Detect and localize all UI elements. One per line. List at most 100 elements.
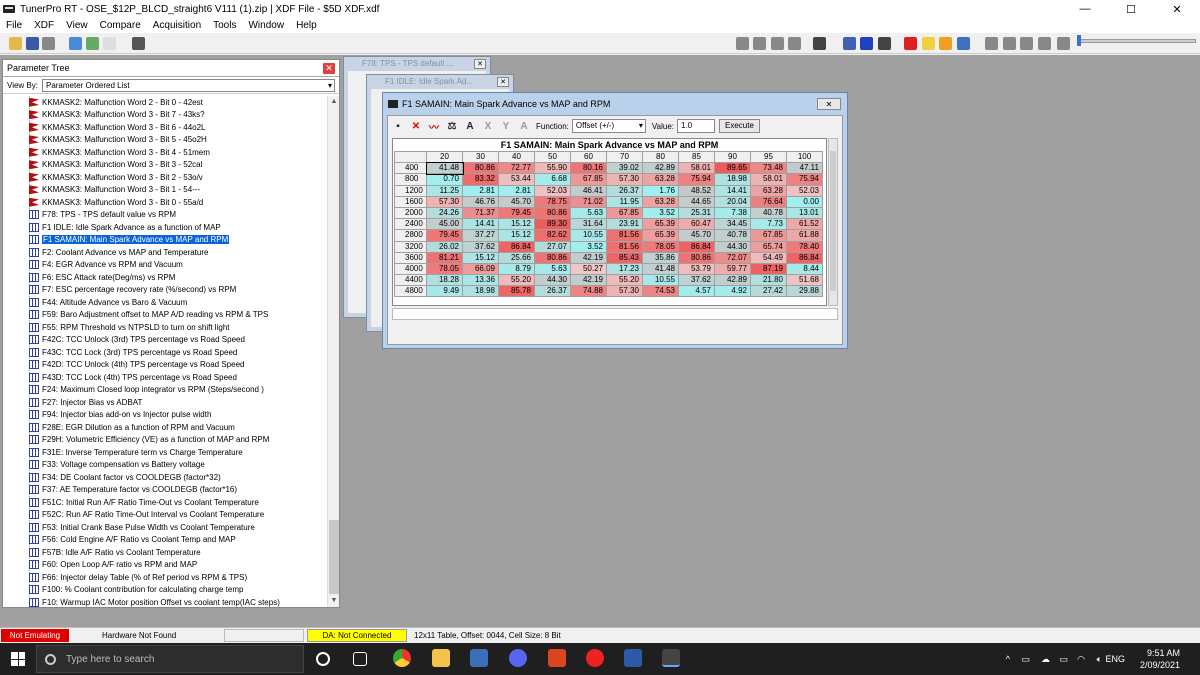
tree-item[interactable]: F59: Baro Adjustment offset to MAP A/D r… xyxy=(3,309,328,322)
tree-item[interactable]: F10: Warmup IAC Motor position Offset vs… xyxy=(3,596,328,607)
tools-icon[interactable] xyxy=(843,37,856,50)
table-cell[interactable]: 20.04 xyxy=(714,195,751,208)
tree-item[interactable]: F66: Injector delay Table (% of Ref peri… xyxy=(3,571,328,584)
table-cell[interactable]: 37.62 xyxy=(462,240,499,253)
table-cell[interactable]: 72.77 xyxy=(498,162,535,175)
row-header[interactable]: 4000 xyxy=(394,262,427,276)
tree-item[interactable]: KKMASK3: Malfunction Word 3 - Bit 7 - 43… xyxy=(3,109,328,122)
tree-item[interactable]: F42C: TCC Unlock (3rd) TPS percentage vs… xyxy=(3,334,328,347)
compare-icon[interactable]: ⚖ xyxy=(446,120,458,132)
scrollbar-thumb[interactable] xyxy=(329,520,339,594)
menu-acquisition[interactable]: Acquisition xyxy=(147,18,207,33)
table-cell[interactable]: 0.00 xyxy=(786,195,823,208)
table-cell[interactable]: 15.12 xyxy=(462,251,499,264)
table-cell[interactable]: 71.02 xyxy=(570,195,607,208)
edit-icon[interactable] xyxy=(132,37,145,50)
table-cell[interactable]: 63.28 xyxy=(642,173,679,186)
table-cell[interactable]: 11.25 xyxy=(426,184,463,197)
table-cell[interactable]: 87.19 xyxy=(750,262,787,276)
table-cell[interactable]: 65.39 xyxy=(642,218,679,231)
column-header[interactable]: 50 xyxy=(534,150,571,164)
table-cell[interactable]: 79.45 xyxy=(498,206,535,220)
column-header[interactable]: 95 xyxy=(750,150,787,164)
table-cell[interactable]: 42.19 xyxy=(570,274,607,287)
tree-item[interactable]: F44: Altitude Advance vs Baro & Vacuum xyxy=(3,296,328,309)
column-header[interactable]: 80 xyxy=(642,150,679,164)
table-cell[interactable]: 46.76 xyxy=(462,195,499,208)
view-by-select[interactable]: Parameter Ordered List xyxy=(41,78,335,92)
chrome-icon[interactable] xyxy=(393,649,411,667)
row-header[interactable]: 4400 xyxy=(394,274,427,287)
column-header[interactable]: 70 xyxy=(606,150,643,164)
chip-icon[interactable] xyxy=(878,37,891,50)
save-as-icon[interactable] xyxy=(42,37,55,50)
language-indicator[interactable]: ENG xyxy=(1105,654,1125,664)
table-cell[interactable]: 80.86 xyxy=(678,251,715,264)
table-cell[interactable]: 53.79 xyxy=(678,262,715,276)
tree-item[interactable]: F100: % Coolant contribution for calcula… xyxy=(3,584,328,597)
table-cell[interactable]: 17.23 xyxy=(606,262,643,276)
column-header[interactable]: 20 xyxy=(426,150,463,164)
tree-item[interactable]: KKMASK3: Malfunction Word 3 - Bit 2 - 53… xyxy=(3,171,328,184)
table-cell[interactable]: 58.01 xyxy=(750,173,787,186)
row-header[interactable]: 3200 xyxy=(394,240,427,253)
table-cell[interactable]: 13.36 xyxy=(462,274,499,287)
table-cell[interactable]: 21.80 xyxy=(750,274,787,287)
table-cell[interactable]: 13.01 xyxy=(786,206,823,220)
table-cell[interactable]: 86.84 xyxy=(678,240,715,253)
table-cell[interactable]: 14.41 xyxy=(714,184,751,197)
table-cell[interactable]: 85.43 xyxy=(606,251,643,264)
tree-item[interactable]: F33: Voltage compensation vs Battery vol… xyxy=(3,459,328,472)
folder-icon[interactable] xyxy=(922,37,935,50)
open-icon[interactable] xyxy=(9,37,22,50)
tree-item[interactable]: KKMASK3: Malfunction Word 3 - Bit 1 - 54… xyxy=(3,184,328,197)
table-cell[interactable]: 74.53 xyxy=(642,285,679,298)
tree-item[interactable]: F43D: TCC Lock (4th) TPS percentage vs R… xyxy=(3,371,328,384)
table-cell[interactable]: 7.73 xyxy=(750,218,787,231)
table-cell[interactable]: 25.31 xyxy=(678,206,715,220)
value-input[interactable]: 1.0 xyxy=(677,119,715,133)
menu-tools[interactable]: Tools xyxy=(207,18,242,33)
table-cell[interactable]: 75.94 xyxy=(678,173,715,186)
table-cell[interactable]: 37.62 xyxy=(678,274,715,287)
tree-item[interactable]: F51C: Initial Run A/F Ratio Time-Out vs … xyxy=(3,496,328,509)
tree-item[interactable]: F43C: TCC Lock (3rd) TPS percentage vs R… xyxy=(3,346,328,359)
column-header[interactable]: 30 xyxy=(462,150,499,164)
tree-item[interactable]: KKMASK3: Malfunction Word 3 - Bit 5 - 45… xyxy=(3,134,328,147)
table-cell[interactable]: 8.79 xyxy=(498,262,535,276)
table-cell[interactable]: 45.00 xyxy=(426,218,463,231)
table-cell[interactable]: 1.76 xyxy=(642,184,679,197)
menu-window[interactable]: Window xyxy=(242,18,290,33)
table-cell[interactable]: 35.86 xyxy=(642,251,679,264)
slider-thumb[interactable] xyxy=(1077,35,1081,46)
row-header[interactable]: 2800 xyxy=(394,229,427,242)
volume-icon[interactable]: 🔈︎ xyxy=(1097,654,1102,665)
table-cell[interactable]: 26.02 xyxy=(426,240,463,253)
table-cell[interactable]: 58.01 xyxy=(678,162,715,175)
graph-icon[interactable]: 〰 xyxy=(428,120,440,134)
chevron-up-icon[interactable]: ^ xyxy=(1006,654,1010,664)
table-cell[interactable]: 4.57 xyxy=(678,285,715,298)
tree-item[interactable]: F34: DE Coolant factor vs COOLDEGB (fact… xyxy=(3,471,328,484)
table-cell[interactable]: 61.88 xyxy=(786,229,823,242)
tunerpro-icon[interactable] xyxy=(662,649,680,667)
tree-item[interactable]: F1 IDLE: Idle Spark Advance as a functio… xyxy=(3,221,328,234)
column-header[interactable]: 90 xyxy=(714,150,751,164)
table-cell[interactable]: 63.28 xyxy=(642,195,679,208)
menu-file[interactable]: File xyxy=(0,18,28,33)
table-cell[interactable]: 25.66 xyxy=(498,251,535,264)
table-cell[interactable]: 31.64 xyxy=(570,218,607,231)
table-cell[interactable]: 15.12 xyxy=(498,218,535,231)
tree-item[interactable]: F94: Injector bias add-on vs Injector pu… xyxy=(3,409,328,422)
table-cell[interactable]: 55.20 xyxy=(606,274,643,287)
table-cell[interactable]: 81.56 xyxy=(606,240,643,253)
clock[interactable]: 9:51 AM 2/09/2021 xyxy=(1140,647,1180,671)
row-header[interactable]: 2400 xyxy=(394,218,427,231)
table-cell[interactable]: 47.11 xyxy=(786,162,823,175)
table-cell[interactable]: 72.07 xyxy=(714,251,751,264)
close-button[interactable]: ✕ xyxy=(1154,0,1200,18)
table-cell[interactable]: 27.42 xyxy=(750,285,787,298)
table-cell[interactable]: 26.37 xyxy=(534,285,571,298)
app-icon[interactable]: ▭ xyxy=(1021,654,1030,665)
table-cell[interactable]: 83.32 xyxy=(462,173,499,186)
